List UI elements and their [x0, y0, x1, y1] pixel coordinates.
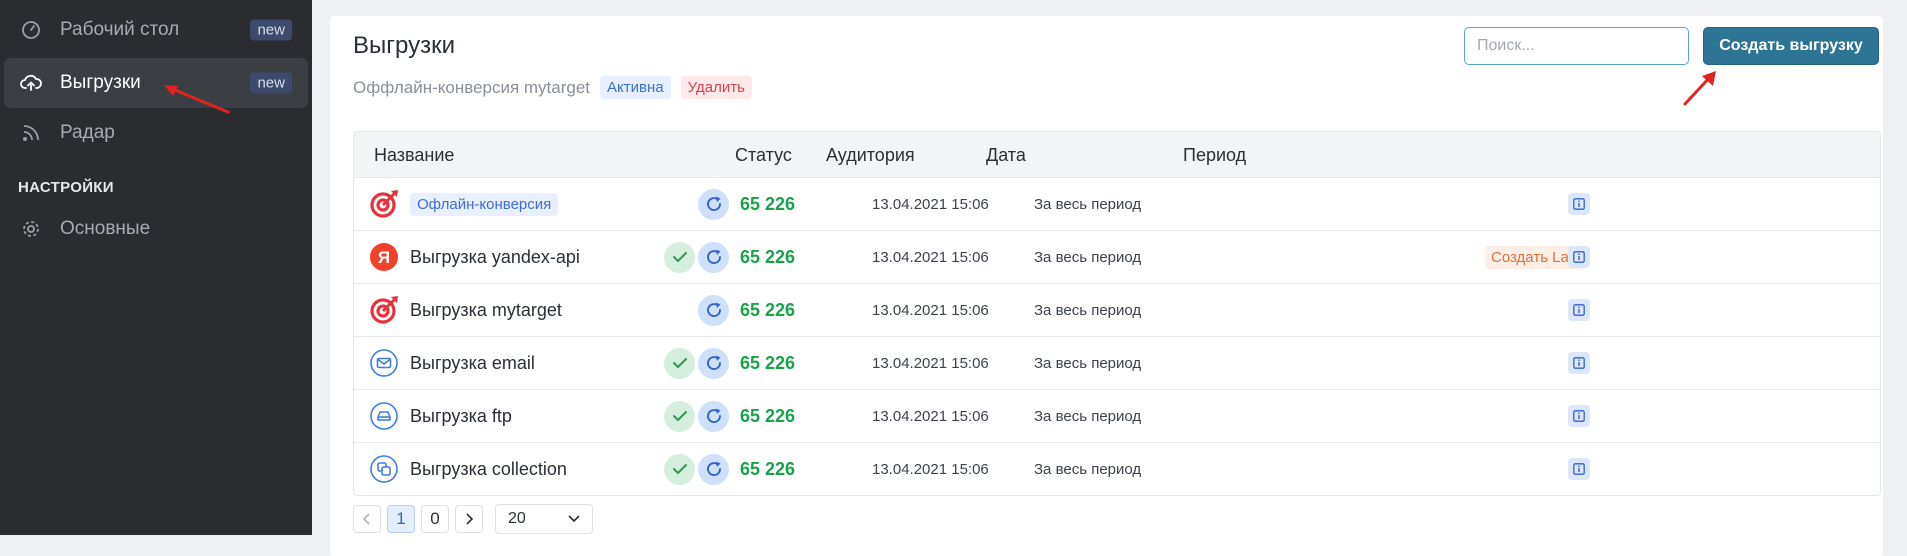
- refresh-icon[interactable]: [698, 188, 729, 220]
- export-name[interactable]: Выгрузка ftp: [410, 406, 512, 427]
- info-icon[interactable]: [1568, 405, 1590, 427]
- sidebar-item-label: Радар: [60, 122, 115, 143]
- next-page-button[interactable]: [455, 505, 483, 533]
- target-icon: [368, 294, 400, 326]
- export-date: 13.04.2021 15:06: [872, 195, 989, 213]
- page-button[interactable]: 0: [421, 505, 449, 533]
- create-export-button[interactable]: Создать выгрузку: [1703, 27, 1879, 65]
- new-badge: new: [250, 19, 292, 41]
- page-size-value: 20: [508, 510, 526, 527]
- refresh-icon[interactable]: [698, 453, 729, 485]
- refresh-icon[interactable]: [698, 347, 729, 379]
- export-period: За весь период: [1034, 248, 1142, 266]
- sidebar-item-exports[interactable]: Выгрузки new: [4, 58, 308, 108]
- page-button[interactable]: 1: [387, 505, 415, 533]
- sidebar: Рабочий стол new Выгрузки new Радар НАСТ…: [0, 0, 312, 535]
- svg-text:Я: Я: [378, 248, 390, 267]
- column-header-name[interactable]: Название: [374, 145, 454, 166]
- collection-icon: [368, 453, 400, 485]
- export-date: 13.04.2021 15:06: [872, 248, 989, 266]
- pagination: 1 0 20: [353, 504, 593, 534]
- export-name[interactable]: Выгрузка yandex-api: [410, 247, 580, 268]
- chevron-right-icon: [466, 513, 474, 525]
- export-date: 13.04.2021 15:06: [872, 354, 989, 372]
- annotation-arrow-icon: [164, 85, 230, 114]
- check-icon: [664, 453, 695, 485]
- page-size-select[interactable]: 20: [495, 504, 593, 534]
- drive-icon: [368, 400, 400, 432]
- new-badge: new: [250, 72, 292, 94]
- audience-count: 65 226: [740, 246, 796, 267]
- export-name[interactable]: Выгрузка mytarget: [410, 300, 562, 321]
- audience-count: 65 226: [740, 193, 796, 214]
- refresh-icon[interactable]: [698, 241, 729, 273]
- rss-icon: [20, 122, 42, 144]
- table-row[interactable]: Выгрузка mytarget 65 226 13.04.2021 15:0…: [354, 283, 1880, 336]
- sidebar-item-label: Рабочий стол: [60, 19, 180, 40]
- sidebar-item-label: Выгрузки: [60, 72, 141, 93]
- info-icon[interactable]: [1568, 299, 1590, 321]
- info-icon[interactable]: [1568, 246, 1590, 268]
- audience-count: 65 226: [740, 405, 796, 426]
- table-row[interactable]: Выгрузка ftp 65 226 13.04.2021 15:06 За …: [354, 389, 1880, 442]
- audience-count: 65 226: [740, 352, 796, 373]
- sidebar-item-label: Основные: [60, 218, 151, 239]
- column-header-status[interactable]: Статус: [735, 145, 792, 166]
- column-header-audience[interactable]: Аудитория: [826, 145, 915, 166]
- speedometer-icon: [20, 19, 42, 41]
- refresh-icon[interactable]: [698, 400, 729, 432]
- status-badge: Активна: [600, 76, 671, 99]
- export-name-tag[interactable]: Офлайн-конверсия: [410, 192, 559, 216]
- gear-icon: [20, 218, 42, 240]
- check-icon: [664, 400, 695, 432]
- export-period: За весь период: [1034, 460, 1142, 478]
- info-icon[interactable]: [1568, 193, 1590, 215]
- check-icon: [664, 241, 695, 273]
- exports-table: Название Статус Аудитория Дата Период Оф…: [353, 131, 1881, 496]
- chevron-down-icon: [568, 515, 580, 523]
- search-input[interactable]: [1464, 27, 1689, 65]
- table-row[interactable]: Выгрузка collection 65 226 13.04.2021 15…: [354, 442, 1880, 495]
- table-row[interactable]: Офлайн-конверсия 65 226 13.04.2021 15:06…: [354, 177, 1880, 230]
- sidebar-item-radar[interactable]: Радар: [4, 108, 308, 158]
- table-row[interactable]: Я Выгрузка yandex-api 65 226 13.04.2021 …: [354, 230, 1880, 283]
- yandex-icon: Я: [368, 241, 400, 273]
- column-header-period[interactable]: Период: [1183, 145, 1246, 166]
- page-title: Выгрузки: [353, 32, 455, 59]
- mail-icon: [368, 347, 400, 379]
- export-date: 13.04.2021 15:06: [872, 407, 989, 425]
- target-icon: [368, 188, 400, 220]
- sidebar-item-dashboard[interactable]: Рабочий стол new: [4, 5, 308, 55]
- check-icon: [664, 347, 695, 379]
- export-subtitle: Оффлайн-конверсия mytarget: [353, 77, 591, 97]
- sidebar-item-general-settings[interactable]: Основные: [4, 204, 308, 254]
- audience-count: 65 226: [740, 458, 796, 479]
- column-header-date[interactable]: Дата: [986, 145, 1026, 166]
- info-icon[interactable]: [1568, 352, 1590, 374]
- info-icon[interactable]: [1568, 458, 1590, 480]
- export-period: За весь период: [1034, 195, 1142, 213]
- table-header: Название Статус Аудитория Дата Период: [354, 132, 1880, 177]
- prev-page-button[interactable]: [353, 505, 381, 533]
- main-panel: Выгрузки Оффлайн-конверсия mytarget Акти…: [330, 16, 1883, 556]
- export-name[interactable]: Выгрузка collection: [410, 459, 567, 480]
- cloud-upload-icon: [20, 72, 42, 94]
- annotation-arrow-icon: [1683, 71, 1716, 106]
- export-summary: Оффлайн-конверсия mytarget Активна Удали…: [353, 76, 752, 99]
- export-date: 13.04.2021 15:06: [872, 301, 989, 319]
- settings-section-title: НАСТРОЙКИ: [18, 179, 114, 196]
- export-name[interactable]: Выгрузка email: [410, 353, 535, 374]
- export-date: 13.04.2021 15:06: [872, 460, 989, 478]
- refresh-icon[interactable]: [698, 294, 729, 326]
- delete-button[interactable]: Удалить: [680, 76, 752, 99]
- export-period: За весь период: [1034, 354, 1142, 372]
- chevron-left-icon: [362, 513, 370, 525]
- table-row[interactable]: Выгрузка email 65 226 13.04.2021 15:06 З…: [354, 336, 1880, 389]
- audience-count: 65 226: [740, 299, 796, 320]
- export-period: За весь период: [1034, 407, 1142, 425]
- export-period: За весь период: [1034, 301, 1142, 319]
